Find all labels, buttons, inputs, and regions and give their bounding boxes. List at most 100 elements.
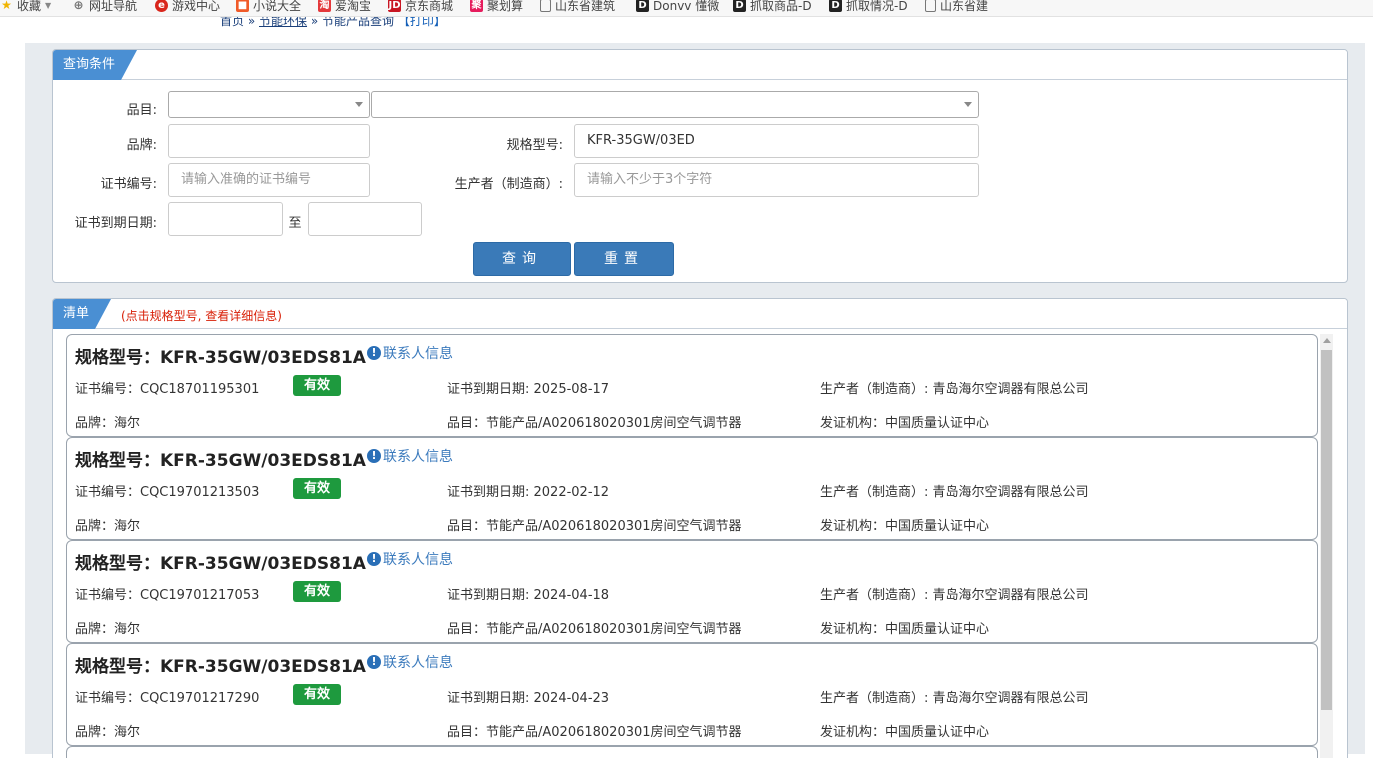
breadcrumb-page: 节能产品查询 <box>322 17 395 28</box>
reset-button[interactable]: 重置 <box>574 242 674 276</box>
contact-link[interactable]: ! 联系人信息 <box>367 652 453 672</box>
to-label: 至 <box>288 216 302 231</box>
category-label: 品目: <box>126 103 157 118</box>
bookmark-taobao[interactable]: 淘 爱淘宝 <box>318 0 371 15</box>
maker-input[interactable]: 请输入不少于3个字符 <box>574 163 979 197</box>
expiry-date: 证书到期日期: 2024-04-23 <box>447 691 610 706</box>
brand: 品牌：海尔 <box>75 725 141 740</box>
bookmark-label: 抓取商品-D <box>750 0 812 13</box>
info-icon: ! <box>367 449 381 463</box>
list-item: 规格型号：KFR-35GW/03EDS81A ! 联系人信息 证书编号：CQC19… <box>66 540 1318 643</box>
category-select-primary[interactable] <box>168 91 370 118</box>
d-logo-icon: D <box>829 0 842 12</box>
breadcrumb-home[interactable]: 首页 <box>220 17 244 28</box>
status-badge: 有效 <box>293 684 341 705</box>
model-label: 规格型号: <box>506 138 563 153</box>
model-input[interactable]: KFR-35GW/03ED <box>574 124 979 158</box>
d-logo-icon: D <box>733 0 746 12</box>
page-icon <box>925 0 936 12</box>
bookmark-jd[interactable]: JD 京东商城 <box>388 0 453 15</box>
contact-label: 联系人信息 <box>383 449 453 465</box>
bookmark-label: 爱淘宝 <box>335 0 372 13</box>
globe-icon: ⊕ <box>73 0 84 12</box>
bookmark-games[interactable]: e 游戏中心 <box>155 0 220 15</box>
print-link[interactable]: 【打印】 <box>398 17 446 28</box>
contact-link[interactable]: ! 联系人信息 <box>367 343 453 363</box>
bookmarks-bar: ★ 收藏 ▼ ⊕ 网址导航 e 游戏中心 ■ 小说大全 淘 爱淘宝 JD 京东商… <box>0 0 1373 17</box>
contact-link[interactable]: ! 联系人信息 <box>367 446 453 466</box>
bookmark-grab-status[interactable]: D 抓取情况-D <box>829 0 908 15</box>
maker: 生产者（制造商）: 青岛海尔空调器有限总公司 <box>820 485 1089 500</box>
expiry-end-input[interactable] <box>308 202 422 236</box>
query-panel-header: 查询条件 <box>53 50 1347 80</box>
expiry-date: 证书到期日期: 2024-04-18 <box>447 588 610 603</box>
maker: 生产者（制造商）: 青岛海尔空调器有限总公司 <box>820 691 1089 706</box>
star-icon: ★ <box>1 0 12 12</box>
model-link[interactable]: 规格型号：KFR-35GW/03EDS81A <box>75 446 366 471</box>
contact-label: 联系人信息 <box>383 655 453 671</box>
status-badge: 有效 <box>293 581 341 602</box>
brand: 品牌：海尔 <box>75 416 141 431</box>
issuer: 发证机构：中国质量认证中心 <box>820 622 990 637</box>
bookmark-novels[interactable]: ■ 小说大全 <box>236 0 301 15</box>
search-button[interactable]: 查询 <box>473 242 571 276</box>
contact-link[interactable]: ! 联系人信息 <box>367 549 453 569</box>
results-panel-title: 清单 <box>53 299 111 329</box>
book-icon: ■ <box>236 0 249 12</box>
info-icon: ! <box>367 346 381 360</box>
model-link[interactable]: 规格型号：KFR-35GW/03EDS81A <box>75 343 366 368</box>
contact-label: 联系人信息 <box>383 346 453 362</box>
issuer: 发证机构：中国质量认证中心 <box>820 519 990 534</box>
cert-no-input[interactable]: 请输入准确的证书编号 <box>168 163 370 197</box>
issuer: 发证机构：中国质量认证中心 <box>820 416 990 431</box>
results-panel-header: 清单 (点击规格型号, 查看详细信息) <box>53 299 1347 329</box>
list-item <box>66 746 1318 758</box>
bookmark-label: 小说大全 <box>253 0 302 13</box>
status-badge: 有效 <box>293 478 341 499</box>
brand: 品牌：海尔 <box>75 519 141 534</box>
d-logo-icon: D <box>636 0 649 12</box>
results-panel: 清单 (点击规格型号, 查看详细信息) 规格型号：KFR-35GW/03EDS8… <box>52 298 1348 758</box>
category: 品目：节能产品/A020618020301房间空气调节器 <box>447 622 742 637</box>
chevron-down-icon: ▼ <box>45 0 52 10</box>
bookmark-juhuasuan[interactable]: 聚 聚划算 <box>470 0 523 15</box>
page-icon <box>540 0 551 12</box>
category-select-secondary[interactable] <box>371 91 979 118</box>
category: 品目：节能产品/A020618020301房间空气调节器 <box>447 519 742 534</box>
chevron-down-icon <box>964 102 972 107</box>
maker: 生产者（制造商）: 青岛海尔空调器有限总公司 <box>820 382 1089 397</box>
cert-no: 证书编号：CQC19701217290 <box>75 691 260 706</box>
game-icon: e <box>155 0 168 12</box>
bookmark-grab-goods[interactable]: D 抓取商品-D <box>733 0 812 15</box>
bookmark-label: 网址导航 <box>89 0 138 13</box>
scroll-up-icon[interactable] <box>1323 338 1331 343</box>
expiry-start-input[interactable] <box>168 202 283 236</box>
bookmark-label: 京东商城 <box>405 0 454 13</box>
bookmark-label: 抓取情况-D <box>846 0 908 13</box>
breadcrumb: 首页 » 节能环保 » 节能产品查询 【打印】 <box>220 17 446 31</box>
query-panel: 查询条件 品目: 品牌: 规格型号: KFR-35GW/03ED 证书编号: 请… <box>52 49 1348 283</box>
cert-no-label: 证书编号: <box>100 177 157 192</box>
bookmark-nav[interactable]: ⊕ 网址导航 <box>72 0 137 15</box>
chevron-down-icon <box>355 102 363 107</box>
expiry-date: 证书到期日期: 2025-08-17 <box>447 382 610 397</box>
info-icon: ! <box>367 552 381 566</box>
bookmark-shandong[interactable]: 山东省建筑 <box>540 0 615 15</box>
breadcrumb-section[interactable]: 节能环保 <box>259 17 307 28</box>
scrollbar-thumb[interactable] <box>1321 350 1332 710</box>
taobao-icon: 淘 <box>318 0 331 12</box>
list-item: 规格型号：KFR-35GW/03EDS81A ! 联系人信息 证书编号：CQC19… <box>66 643 1318 746</box>
results-scrollbar[interactable] <box>1320 334 1333 758</box>
bookmark-shandong-2[interactable]: 山东省建 <box>925 0 988 15</box>
category: 品目：节能产品/A020618020301房间空气调节器 <box>447 725 742 740</box>
brand-input[interactable] <box>168 124 370 158</box>
maker: 生产者（制造商）: 青岛海尔空调器有限总公司 <box>820 588 1089 603</box>
brand: 品牌：海尔 <box>75 622 141 637</box>
bookmark-favorites[interactable]: ★ 收藏 ▼ <box>0 0 51 15</box>
results-hint: (点击规格型号, 查看详细信息) <box>121 309 282 323</box>
bookmark-donvv[interactable]: D Donvv 懂微 <box>636 0 719 15</box>
model-link[interactable]: 规格型号：KFR-35GW/03EDS81A <box>75 549 366 574</box>
cert-no: 证书编号：CQC18701195301 <box>75 382 260 397</box>
category: 品目：节能产品/A020618020301房间空气调节器 <box>447 416 742 431</box>
model-link[interactable]: 规格型号：KFR-35GW/03EDS81A <box>75 652 366 677</box>
